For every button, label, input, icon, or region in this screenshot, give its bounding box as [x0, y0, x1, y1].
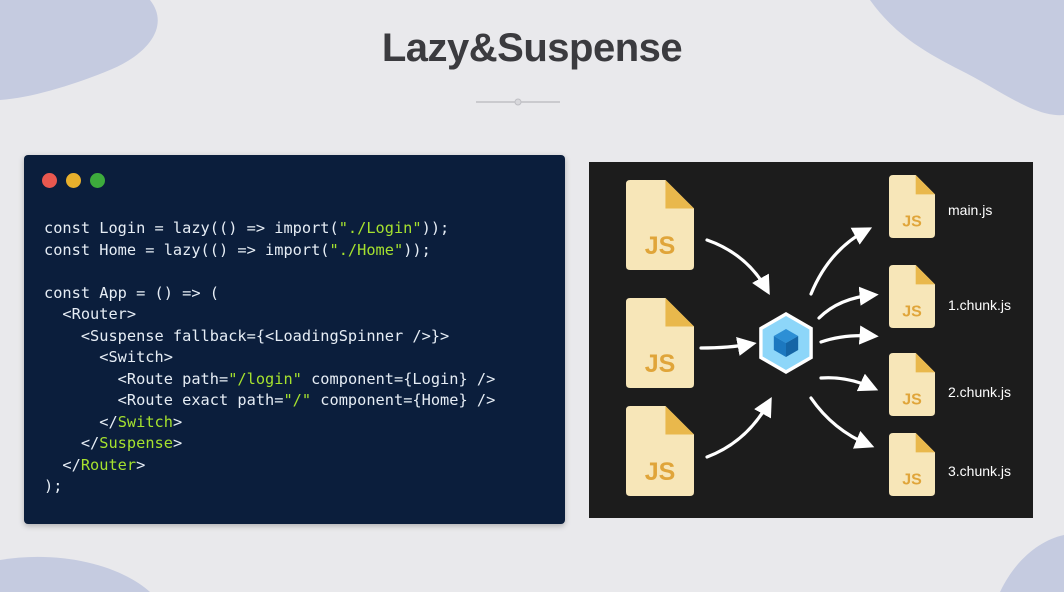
code-line: </Suspense> [44, 433, 495, 455]
flow-arrow [705, 396, 772, 459]
flow-arrow [819, 325, 879, 345]
code-line: const Home = lazy(() => import("./Home")… [44, 240, 495, 262]
code-token: component={Home} /> [311, 391, 496, 409]
code-token: <Route path= [44, 369, 229, 388]
code-line: const Login = lazy(() => import("./Login… [44, 218, 495, 240]
code-token: <Router> [44, 305, 137, 323]
js-file-label: JS [645, 350, 676, 378]
js-file-icon: JS [889, 353, 935, 416]
js-file-icon: JS [889, 433, 935, 496]
title-divider [476, 98, 560, 106]
window-minimize-dot [66, 173, 81, 188]
js-file-label: JS [645, 232, 676, 260]
code-token: > [172, 412, 183, 431]
js-file-label: JS [902, 392, 922, 409]
page-title: Lazy&Suspense [381, 26, 683, 70]
window-maximize-dot [90, 173, 105, 188]
js-file-label: JS [902, 214, 922, 231]
js-file-icon: JS [626, 298, 694, 388]
code-token: > [172, 434, 183, 452]
code-token: "./Home" [329, 240, 404, 259]
code-line: <Router> [44, 304, 495, 326]
code-token: </ [44, 412, 118, 431]
code-token: const Home = lazy(() => import( [44, 240, 330, 259]
js-file-icon: JS [626, 406, 694, 496]
code-line: ); [44, 476, 495, 498]
flow-arrow [809, 396, 875, 449]
code-token: "/login" [228, 369, 302, 388]
flow-arrow [699, 336, 757, 356]
code-token: const Login = lazy(() => import( [44, 219, 339, 237]
flow-arrow [819, 373, 879, 392]
bundling-diagram: JS JS JS JS JS JS JS main.js 1.chunk.js 2.chunk.… [589, 162, 1033, 518]
flow-arrow [809, 227, 873, 296]
code-token: "./Login" [338, 219, 422, 237]
code-window: const Login = lazy(() => import("./Login… [24, 155, 565, 524]
output-file-name: 3.chunk.js [948, 463, 1012, 479]
code-line: <Switch> [44, 347, 495, 369]
flow-arrow [817, 286, 879, 320]
code-token: <Switch> [44, 348, 173, 366]
code-token: ); [44, 477, 63, 495]
js-file-icon: JS [889, 175, 935, 238]
js-file-label: JS [902, 472, 922, 489]
code-token: > [136, 455, 146, 474]
code-token: <Suspense fallback={<LoadingSpinner />}> [44, 326, 450, 345]
code-token: </ [44, 455, 81, 474]
code-line: const App = () => ( [44, 283, 495, 305]
code-token: </ [44, 434, 100, 452]
webpack-icon [759, 312, 813, 374]
code-line: </Switch> [44, 412, 495, 434]
code-line: </Router> [44, 455, 495, 477]
js-file-label: JS [645, 458, 676, 486]
code-token: Suspense [99, 434, 173, 452]
code-token: component={Login} /> [301, 369, 496, 388]
output-file-name: 1.chunk.js [948, 297, 1012, 313]
code-token: Router [80, 455, 137, 474]
code-line: <Route exact path="/" component={Home} /… [44, 390, 496, 412]
js-file-label: JS [902, 304, 922, 321]
js-file-icon: JS [889, 265, 935, 328]
code-block: const Login = lazy(() => import("./Login… [44, 218, 495, 498]
code-token: Switch [117, 412, 173, 431]
code-line: <Route path="/login" component={Login} /… [44, 369, 496, 391]
js-file-icon: JS [626, 180, 694, 270]
code-token: )); [421, 219, 450, 237]
output-file-name: main.js [948, 202, 993, 218]
output-file-name: 2.chunk.js [948, 384, 1012, 400]
code-token: )); [403, 240, 431, 259]
code-token: <Route exact path= [44, 391, 284, 409]
window-controls [42, 173, 105, 188]
flow-arrow [705, 238, 770, 296]
window-close-dot [42, 173, 57, 188]
code-token: const App = () => ( [44, 283, 219, 302]
code-line: <Suspense fallback={<LoadingSpinner />}> [44, 326, 495, 348]
code-token: "/" [283, 391, 312, 409]
